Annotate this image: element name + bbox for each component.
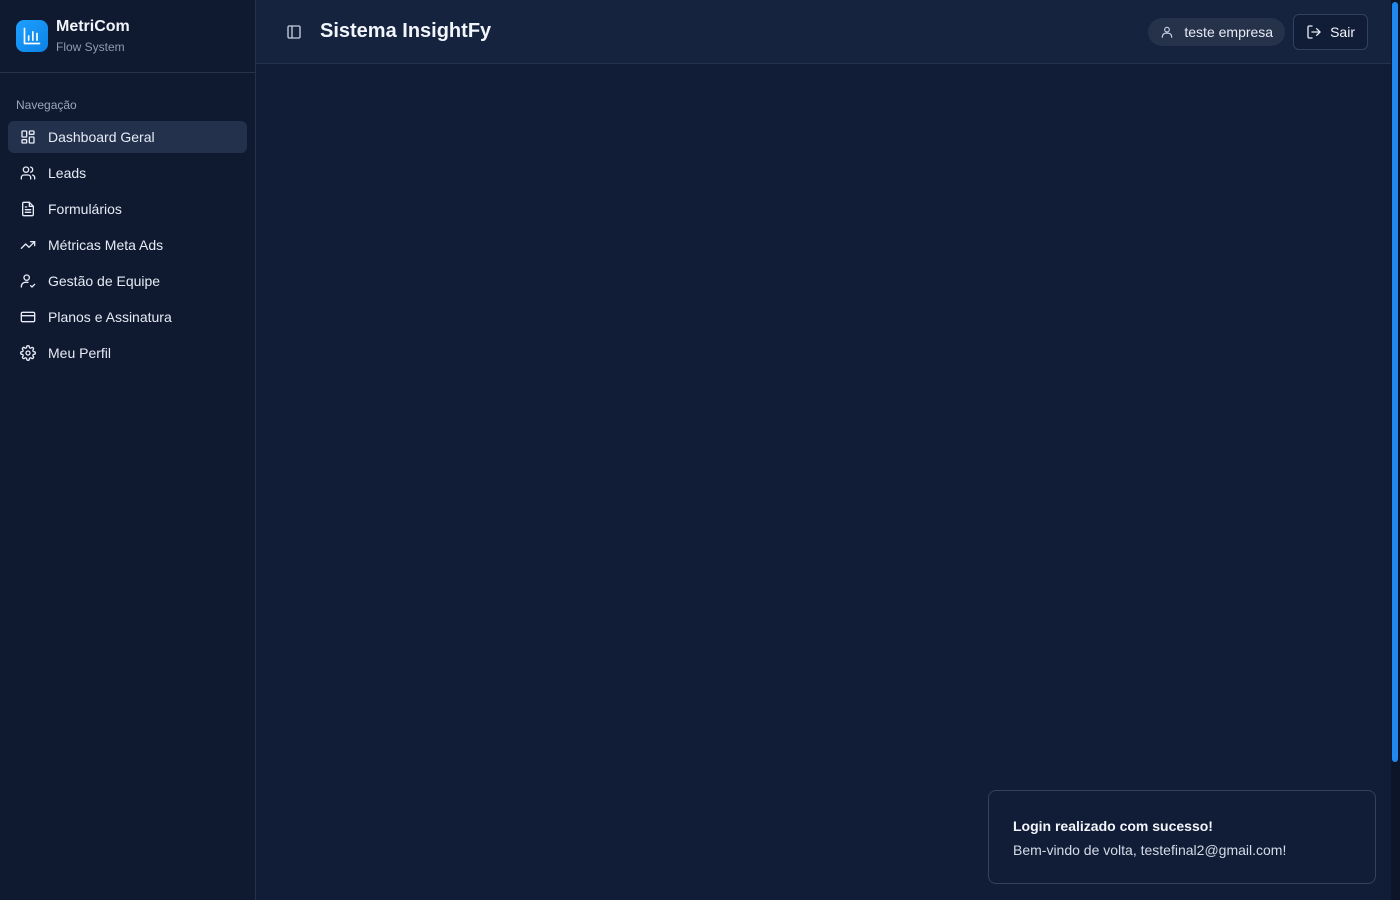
user-badge: teste empresa: [1148, 17, 1286, 46]
nav-group-label: Navegação: [16, 98, 77, 112]
logout-button[interactable]: Sair: [1293, 13, 1368, 50]
bar-chart-icon: [16, 20, 48, 52]
toast-notification[interactable]: Login realizado com sucesso! Bem-vindo d…: [988, 790, 1376, 884]
logout-label: Sair: [1330, 23, 1355, 40]
sidebar-item-label: Gestão de Equipe: [48, 273, 161, 289]
settings-icon: [20, 345, 36, 361]
sidebar-item-label: Dashboard Geral: [48, 129, 155, 145]
toast-title: Login realizado com sucesso!: [1013, 818, 1213, 834]
user-name: teste empresa: [1184, 23, 1274, 40]
layout-grid-icon: [20, 129, 36, 145]
sidebar-item-formularios[interactable]: Formulários: [8, 193, 247, 225]
user-check-icon: [20, 273, 36, 289]
sidebar-item-label: Meu Perfil: [48, 345, 112, 361]
file-text-icon: [20, 201, 36, 217]
sidebar: MetriCom Flow System Navegação Dashboard…: [0, 0, 256, 900]
sidebar-item-metricas-meta-ads[interactable]: Métricas Meta Ads: [8, 229, 247, 261]
sidebar-item-leads[interactable]: Leads: [8, 157, 247, 189]
toast-description: Bem-vindo de volta, testefinal2@gmail.co…: [1013, 842, 1287, 858]
top-header: Sistema InsightFy teste empresa Sair: [256, 0, 1391, 64]
credit-card-icon: [20, 309, 36, 325]
log-out-icon: [1307, 24, 1321, 39]
sidebar-item-dashboard[interactable]: Dashboard Geral: [8, 121, 247, 153]
sidebar-item-label: Leads: [48, 165, 87, 181]
user-icon: [1162, 26, 1173, 38]
sidebar-item-label: Planos e Assinatura: [48, 309, 172, 325]
users-icon: [20, 165, 36, 181]
app-root: MetriCom Flow System Navegação Dashboard…: [0, 0, 1400, 900]
sidebar-item-planos-e-assinatura[interactable]: Planos e Assinatura: [8, 301, 247, 333]
scrollbar[interactable]: [1391, 0, 1400, 900]
sidebar-nav: Dashboard Geral Leads Formulários Métric…: [8, 121, 247, 373]
scrollbar-thumb[interactable]: [1392, 2, 1398, 762]
sidebar-item-label: Formulários: [48, 201, 122, 217]
sidebar-item-gestao-de-equipe[interactable]: Gestão de Equipe: [8, 265, 247, 297]
sidebar-item-label: Métricas Meta Ads: [48, 237, 164, 253]
sidebar-toggle-icon[interactable]: [284, 22, 304, 42]
trending-up-icon: [20, 237, 36, 253]
brand-subtitle: Flow System: [56, 40, 125, 54]
brand-name: MetriCom: [56, 18, 130, 35]
page-title: Sistema InsightFy: [320, 20, 492, 42]
sidebar-item-meu-perfil[interactable]: Meu Perfil: [8, 337, 247, 369]
brand[interactable]: MetriCom Flow System: [0, 0, 255, 73]
